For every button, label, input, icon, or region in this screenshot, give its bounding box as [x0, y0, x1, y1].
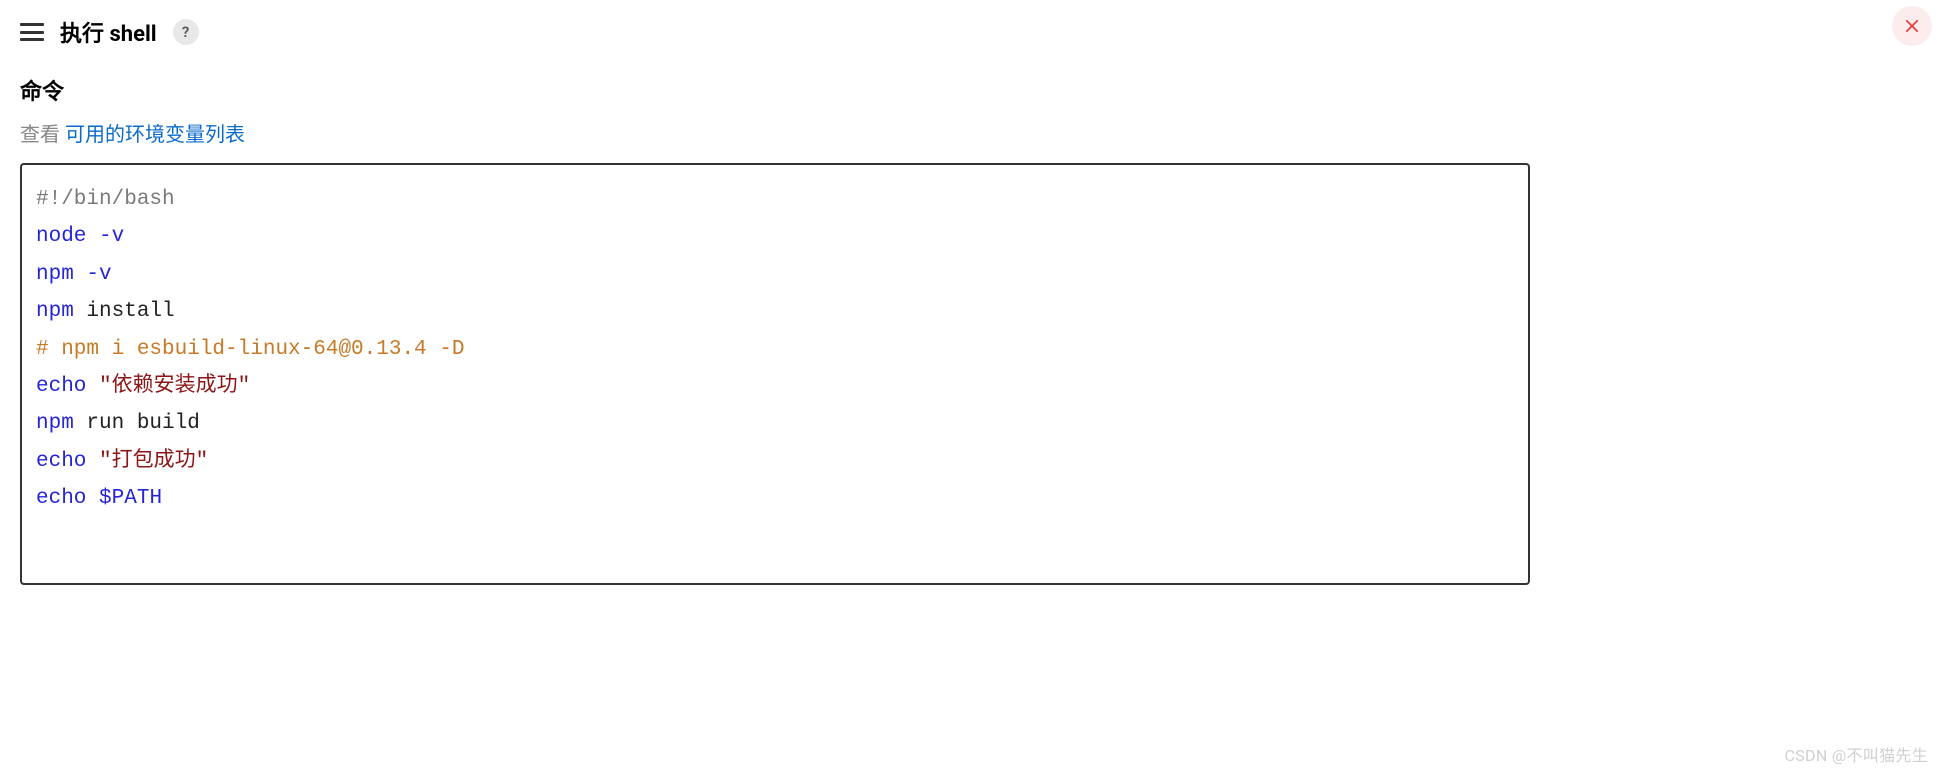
- field-label-command: 命令: [20, 74, 1926, 106]
- script-token: install: [74, 300, 175, 323]
- script-line: echo "打包成功": [36, 443, 1514, 480]
- script-token: "打包成功": [99, 450, 208, 473]
- script-line: npm -v: [36, 256, 1514, 293]
- script-token: [74, 263, 87, 286]
- script-token: "依赖安装成功": [99, 375, 250, 398]
- script-token: #!/bin/bash: [36, 188, 175, 211]
- drag-handle-icon[interactable]: [20, 23, 44, 41]
- script-line: # npm i esbuild-linux-64@0.13.4 -D: [36, 331, 1514, 368]
- script-line: echo "依赖安装成功": [36, 368, 1514, 405]
- hint-row: 查看 可用的环境变量列表: [20, 118, 1926, 147]
- script-token: run build: [74, 412, 200, 435]
- script-token: -v: [86, 263, 111, 286]
- close-button[interactable]: [1892, 6, 1932, 46]
- script-line: #!/bin/bash: [36, 181, 1514, 218]
- script-token: npm: [36, 263, 74, 286]
- script-token: echo: [36, 375, 86, 398]
- script-token: [86, 487, 99, 510]
- command-textarea[interactable]: #!/bin/bashnode -vnpm -vnpm install# npm…: [20, 163, 1530, 585]
- script-token: npm: [36, 300, 74, 323]
- script-token: npm: [36, 412, 74, 435]
- env-vars-link[interactable]: 可用的环境变量列表: [65, 122, 245, 146]
- script-token: [86, 225, 99, 248]
- script-token: -v: [99, 225, 124, 248]
- step-header: 执行 shell ?: [0, 0, 1946, 64]
- script-token: [86, 450, 99, 473]
- script-token: node: [36, 225, 86, 248]
- script-line: npm install: [36, 293, 1514, 330]
- hint-prefix: 查看: [20, 122, 65, 146]
- step-title: 执行 shell: [60, 16, 157, 48]
- script-line: npm run build: [36, 405, 1514, 442]
- content-area: 命令 查看 可用的环境变量列表 #!/bin/bashnode -vnpm -v…: [0, 64, 1946, 585]
- help-icon[interactable]: ?: [173, 19, 199, 45]
- watermark-text: CSDN @不叫猫先生: [1785, 742, 1928, 766]
- close-icon: [1903, 17, 1921, 35]
- script-line: echo $PATH: [36, 480, 1514, 517]
- script-token: echo: [36, 487, 86, 510]
- script-token: echo: [36, 450, 86, 473]
- script-token: # npm i esbuild-linux-64@0.13.4 -D: [36, 338, 464, 361]
- script-token: $PATH: [99, 487, 162, 510]
- script-token: [86, 375, 99, 398]
- script-line: node -v: [36, 218, 1514, 255]
